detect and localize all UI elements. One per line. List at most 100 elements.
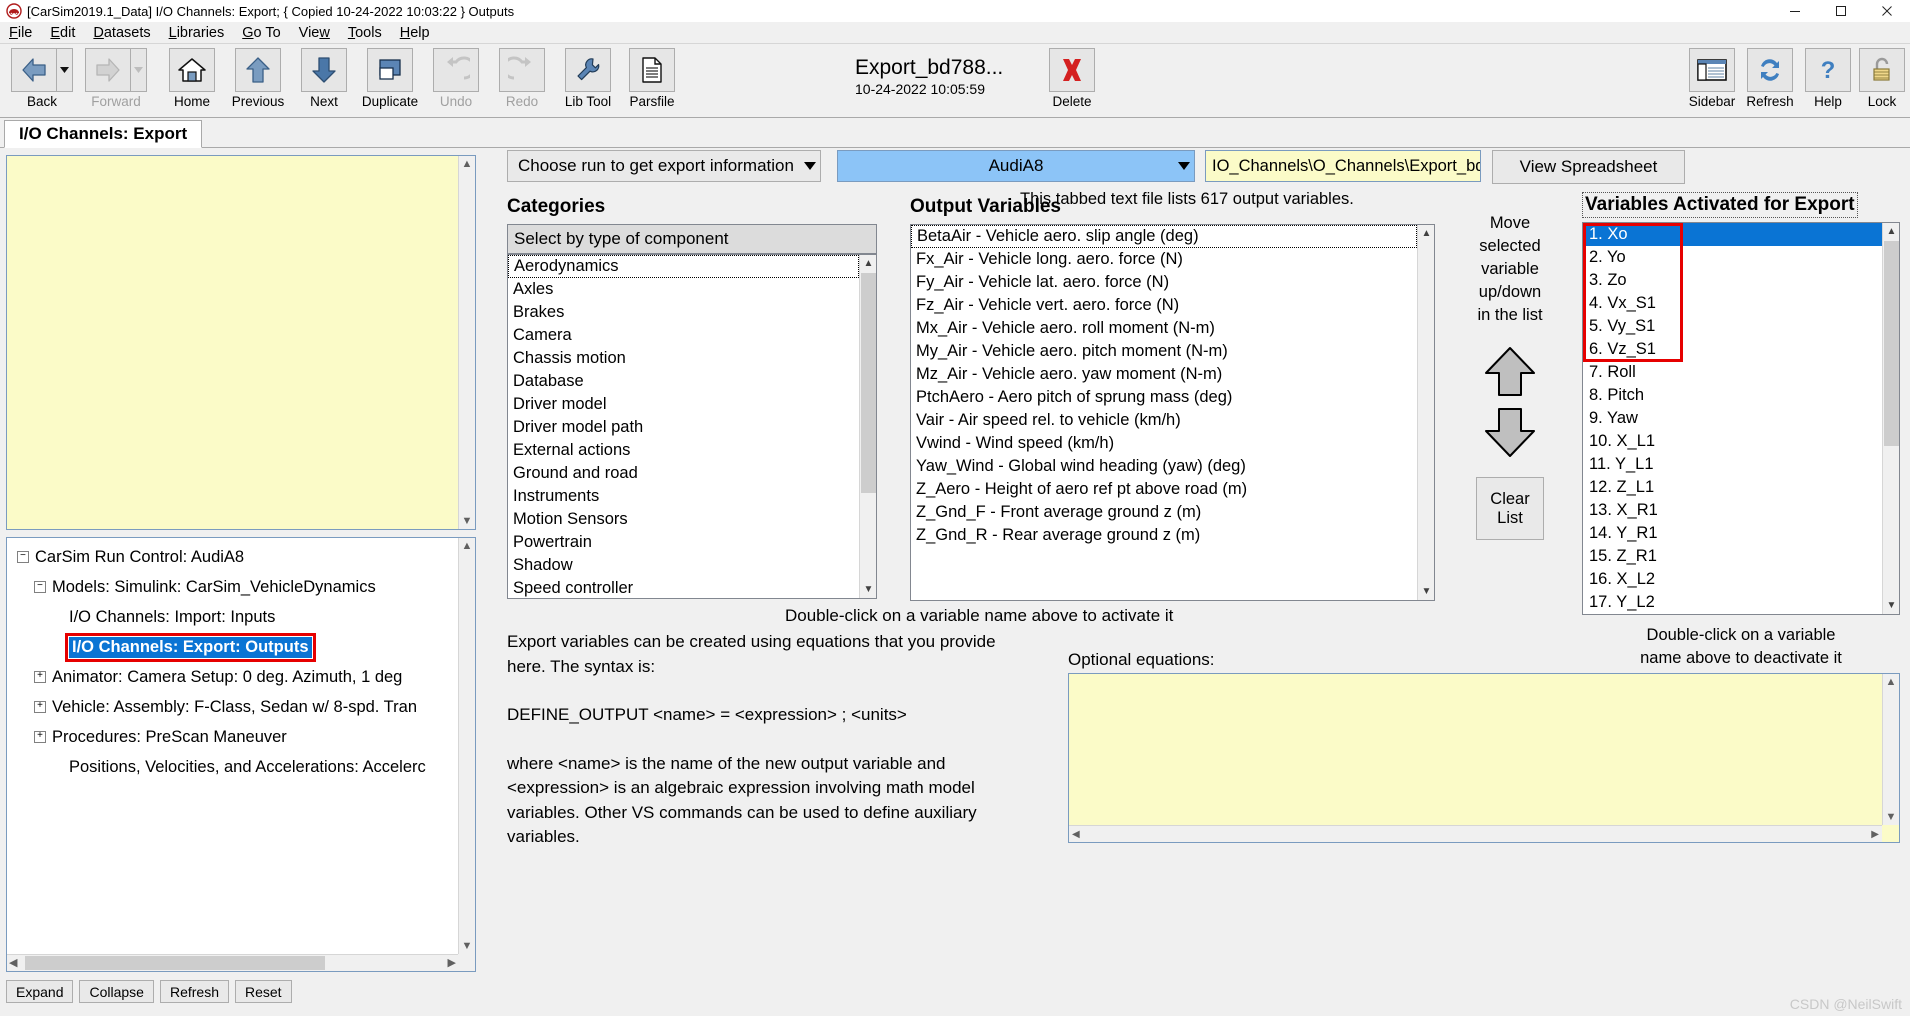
expand-button[interactable]: Expand [6, 980, 74, 1003]
back-dropdown-caret-icon[interactable] [57, 48, 73, 92]
tree-scroll-up-icon[interactable]: ▲ [462, 538, 473, 554]
close-button[interactable] [1864, 0, 1910, 22]
categories-scrollbar[interactable]: ▲ ▼ [859, 255, 876, 598]
output-variable-item[interactable]: Z_Gnd_R - Rear average ground z (m) [911, 524, 1417, 547]
toolbar-back-button[interactable]: Back [6, 48, 78, 114]
output-variable-item[interactable]: Yaw_Wind - Global wind heading (yaw) (de… [911, 455, 1417, 478]
tree-row[interactable]: I/O Channels: Import: Inputs [7, 602, 457, 632]
run-select-combo[interactable]: AudiA8 [837, 150, 1195, 182]
category-item[interactable]: Instruments [508, 485, 859, 508]
toolbar-undo-button[interactable]: Undo [424, 48, 488, 114]
scroll-down-icon[interactable]: ▼ [1886, 809, 1897, 825]
output-variables-listbox[interactable]: BetaAir - Vehicle aero. slip angle (deg)… [910, 224, 1435, 601]
activated-variable-item[interactable]: 14. Y_R1 [1583, 522, 1882, 545]
output-variables-scrollbar[interactable]: ▲ ▼ [1417, 225, 1434, 600]
tree-scroll-left-icon[interactable]: ◀ [9, 955, 17, 971]
minimize-button[interactable] [1772, 0, 1818, 22]
scroll-up-icon[interactable]: ▲ [1883, 223, 1899, 240]
tree-scroll-down-icon[interactable]: ▼ [462, 938, 473, 954]
category-type-combo[interactable]: Select by type of component [507, 224, 877, 254]
category-item[interactable]: Axles [508, 278, 859, 301]
menu-tools[interactable]: Tools [339, 23, 391, 43]
output-variable-item[interactable]: Vair - Air speed rel. to vehicle (km/h) [911, 409, 1417, 432]
tree-toggle-icon[interactable]: − [34, 581, 46, 593]
output-variable-item[interactable]: PtchAero - Aero pitch of sprung mass (de… [911, 386, 1417, 409]
reset-button[interactable]: Reset [235, 980, 292, 1003]
collapse-button[interactable]: Collapse [79, 980, 154, 1003]
notes-scrollbar[interactable]: ▲ ▼ [458, 156, 475, 529]
activated-scroll-thumb[interactable] [1884, 241, 1899, 446]
tree-horizontal-scrollbar[interactable]: ◀ ▶ [7, 954, 458, 971]
activated-variable-item[interactable]: 10. X_L1 [1583, 430, 1882, 453]
toolbar-forward-button[interactable]: Forward [80, 48, 152, 114]
maximize-button[interactable] [1818, 0, 1864, 22]
tree-toggle-icon[interactable]: + [34, 671, 46, 683]
tree-row[interactable]: − Models: Simulink: CarSim_VehicleDynami… [7, 572, 457, 602]
file-path-field[interactable]: IO_Channels\O_Channels\Export_bd78 [1205, 150, 1481, 182]
activated-variables-listbox[interactable]: 1. Xo 2. Yo 3. Zo 4. Vx_S1 5. Vy_S1 6. V… [1582, 222, 1900, 615]
notes-scroll-down-icon[interactable]: ▼ [462, 513, 473, 529]
menu-libraries[interactable]: Libraries [160, 23, 234, 43]
activated-variable-item[interactable]: 11. Y_L1 [1583, 453, 1882, 476]
category-item[interactable]: Camera [508, 324, 859, 347]
activated-variable-item[interactable]: 7. Roll [1583, 361, 1882, 384]
menu-help[interactable]: Help [391, 23, 439, 43]
scroll-right-icon[interactable]: ▶ [1871, 829, 1879, 840]
tree-row[interactable]: Positions, Velocities, and Accelerations… [7, 752, 457, 782]
menu-view[interactable]: View [290, 23, 339, 43]
toolbar-lock-button[interactable]: Lock [1850, 48, 1910, 114]
output-variable-item[interactable]: Z_Gnd_F - Front average ground z (m) [911, 501, 1417, 524]
view-spreadsheet-button[interactable]: View Spreadsheet [1492, 150, 1685, 184]
toolbar-duplicate-button[interactable]: Duplicate [358, 48, 422, 114]
tree-toggle-icon[interactable]: + [34, 701, 46, 713]
category-item[interactable]: Chassis motion [508, 347, 859, 370]
toolbar-sidebar-button[interactable]: Sidebar [1680, 48, 1744, 114]
categories-listbox[interactable]: Aerodynamics Axles Brakes Camera Chassis… [507, 254, 877, 599]
optional-equations-hscrollbar[interactable]: ◀ ▶ [1069, 825, 1882, 842]
category-item[interactable]: Driver model path [508, 416, 859, 439]
output-variable-item[interactable]: BetaAir - Vehicle aero. slip angle (deg) [911, 225, 1417, 248]
activated-variables-scrollbar[interactable]: ▲ ▼ [1882, 223, 1899, 614]
output-variable-item[interactable]: Mx_Air - Vehicle aero. roll moment (N-m) [911, 317, 1417, 340]
activated-variable-item[interactable]: 13. X_R1 [1583, 499, 1882, 522]
toolbar-libtool-button[interactable]: Lib Tool [556, 48, 620, 114]
scroll-up-icon[interactable]: ▲ [860, 255, 876, 272]
category-item[interactable]: Motion Sensors [508, 508, 859, 531]
toolbar-next-button[interactable]: Next [292, 48, 356, 114]
category-item[interactable]: Aerodynamics [508, 255, 859, 278]
toolbar-previous-button[interactable]: Previous [226, 48, 290, 114]
toolbar-delete-button[interactable]: Delete [1040, 48, 1104, 114]
output-variable-item[interactable]: Vwind - Wind speed (km/h) [911, 432, 1417, 455]
activated-variable-item[interactable]: 6. Vz_S1 [1583, 338, 1882, 361]
tree-scroll-right-icon[interactable]: ▶ [448, 955, 456, 971]
move-down-button[interactable] [1450, 405, 1570, 463]
category-item[interactable]: Speed controller [508, 577, 859, 598]
optional-equations-field[interactable]: ▲ ▼ ◀ ▶ [1068, 673, 1900, 843]
activated-variable-item[interactable]: 16. X_L2 [1583, 568, 1882, 591]
activated-variable-item[interactable]: 17. Y_L2 [1583, 591, 1882, 614]
tree-row[interactable]: + Procedures: PreScan Maneuver [7, 722, 457, 752]
menu-edit[interactable]: Edit [41, 23, 84, 43]
scroll-left-icon[interactable]: ◀ [1072, 829, 1080, 840]
scroll-down-icon[interactable]: ▼ [1883, 597, 1899, 614]
optional-equations-vscrollbar[interactable]: ▲ ▼ [1882, 674, 1899, 825]
toolbar-redo-button[interactable]: Redo [490, 48, 554, 114]
activated-variable-item[interactable]: 9. Yaw [1583, 407, 1882, 430]
tree-vertical-scrollbar[interactable]: ▲ ▼ [458, 538, 475, 954]
notes-scroll-up-icon[interactable]: ▲ [462, 156, 473, 172]
activated-variable-item[interactable]: 2. Yo [1583, 246, 1882, 269]
output-variable-item[interactable]: Fy_Air - Vehicle lat. aero. force (N) [911, 271, 1417, 294]
scroll-down-icon[interactable]: ▼ [1418, 583, 1434, 600]
tree-row[interactable]: + Vehicle: Assembly: F-Class, Sedan w/ 8… [7, 692, 457, 722]
activated-variable-item[interactable]: 12. Z_L1 [1583, 476, 1882, 499]
scroll-up-icon[interactable]: ▲ [1418, 225, 1434, 242]
output-variable-item[interactable]: Mz_Air - Vehicle aero. yaw moment (N-m) [911, 363, 1417, 386]
dataset-tree-panel[interactable]: − CarSim Run Control: AudiA8 − Models: S… [6, 537, 476, 972]
output-variable-item[interactable]: Fx_Air - Vehicle long. aero. force (N) [911, 248, 1417, 271]
forward-dropdown-caret-icon[interactable] [131, 48, 147, 92]
activated-variable-item[interactable]: 5. Vy_S1 [1583, 315, 1882, 338]
category-item[interactable]: External actions [508, 439, 859, 462]
category-item[interactable]: Shadow [508, 554, 859, 577]
output-variable-item[interactable]: Fz_Air - Vehicle vert. aero. force (N) [911, 294, 1417, 317]
category-item[interactable]: Ground and road [508, 462, 859, 485]
